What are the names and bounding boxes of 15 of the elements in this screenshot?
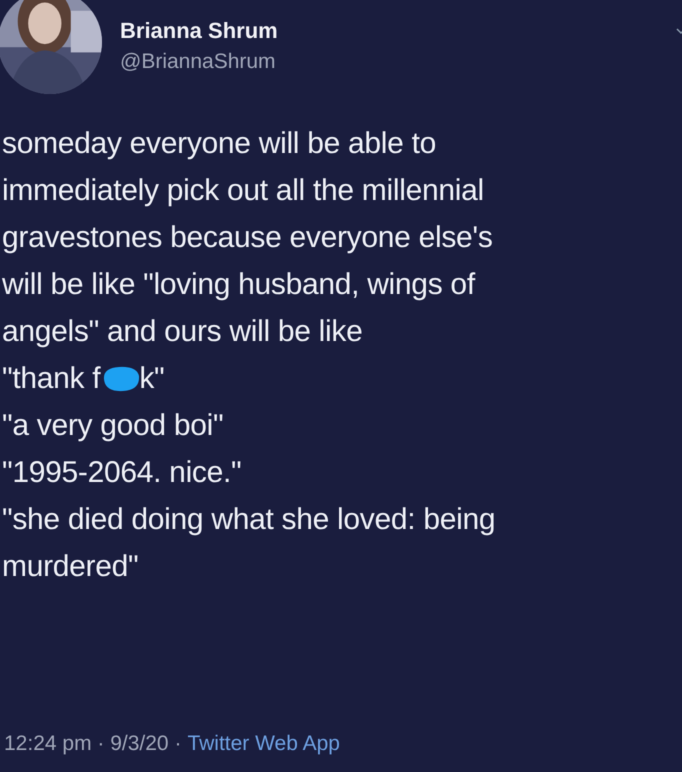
tweet-text-line: "thank f bbox=[2, 361, 100, 397]
tweet-text-line: "a very good boi" bbox=[2, 408, 224, 444]
tweet-text-line: someday everyone will be able to bbox=[2, 126, 437, 162]
author-handle[interactable]: @BriannaShrum bbox=[120, 50, 278, 74]
tweet-text-line: "1995-2064. nice." bbox=[2, 455, 242, 491]
tweet-text-line: gravestones because everyone else's bbox=[2, 220, 494, 256]
author-name[interactable]: Brianna Shrum bbox=[120, 18, 278, 44]
tweet-text-line: k" bbox=[139, 361, 164, 397]
tweet-text-line: murdered" bbox=[2, 549, 140, 585]
timestamp: 12:24 pm · 9/3/20 · bbox=[4, 732, 182, 756]
tweet-text-line: will be like "loving husband, wings of bbox=[2, 267, 476, 303]
tweet-text-line: angels" and ours will be like bbox=[2, 314, 364, 350]
tweet-text-line: immediately pick out all the millennial bbox=[2, 173, 485, 209]
source-link[interactable]: Twitter Web App bbox=[187, 732, 340, 756]
tweet-text-line: "she died doing what she loved: being bbox=[2, 502, 496, 538]
